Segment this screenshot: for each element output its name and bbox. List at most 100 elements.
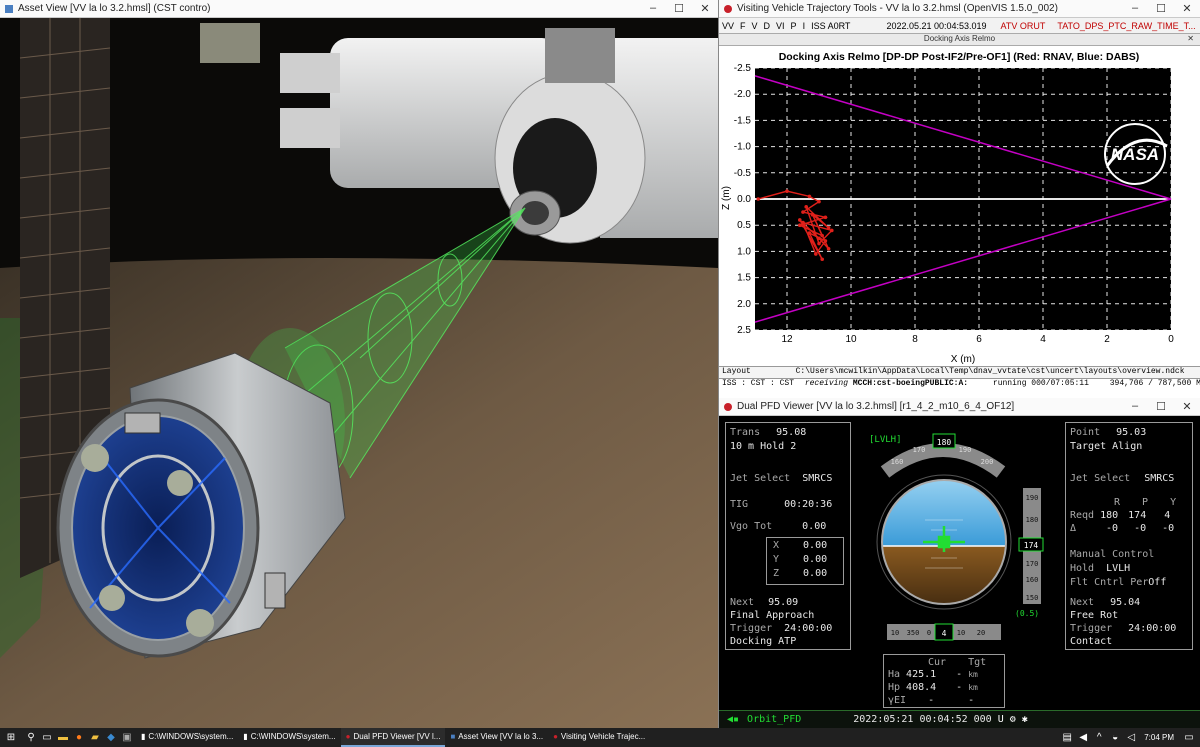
maximize-icon[interactable]: ☐ — [1148, 400, 1174, 413]
orbit-pfd-label[interactable]: Orbit_PFD — [747, 714, 801, 725]
vgo-value: 0.00 — [802, 521, 827, 532]
minimize-icon[interactable]: – — [640, 2, 666, 15]
roll-tick: 10 — [957, 629, 965, 637]
rnav-trace-point — [785, 189, 789, 193]
app-icon[interactable]: ▣ — [120, 728, 134, 747]
app-icon[interactable]: ◆ — [104, 728, 118, 747]
layout-status-row: Layout C:\Users\mcwilkin\AppData\Local\T… — [719, 366, 1200, 378]
notification-icon[interactable]: ▭ — [1182, 728, 1196, 747]
volume-icon[interactable]: ◀ — [1076, 728, 1090, 747]
window-title: Dual PFD Viewer [VV la lo 3.2.hmsl] [r1_… — [737, 401, 1015, 412]
menu-item-vv[interactable]: VV — [722, 21, 734, 31]
yei-cur: - — [928, 695, 935, 706]
reqd-label: Reqd — [1070, 510, 1095, 521]
plot-subtitle: Docking Axis Relmo — [923, 34, 996, 43]
close-icon[interactable]: ✕ — [692, 2, 718, 15]
rnav-trace-point — [826, 226, 831, 230]
receiving-label: receiving — [804, 379, 849, 388]
tools-icon[interactable]: ✱ — [1022, 714, 1028, 725]
y-tick-label: -2.0 — [734, 89, 752, 100]
chevron-up-icon[interactable]: ^ — [1092, 728, 1106, 747]
rnav-trace-point — [801, 210, 805, 214]
close-icon[interactable]: ✕ — [1187, 34, 1194, 43]
asset-view-window[interactable]: Asset View [VV la lo 3.2.hmsl] (CST cont… — [0, 0, 718, 728]
rnav-trace-point — [820, 233, 824, 238]
delta-r: -0 — [1106, 523, 1119, 534]
receiving-source: MCCH:cst-boeingPUBLIC:A: — [852, 379, 969, 388]
ha-tgt: - — [956, 669, 963, 680]
y-axis-label: Z (m) — [721, 186, 732, 210]
hold-value: LVLH — [1106, 563, 1131, 574]
heading-tick: 160 — [891, 458, 904, 466]
taskbar-clock[interactable]: 7:04 PM — [1144, 733, 1174, 742]
rnav-trace-point — [817, 236, 821, 241]
roll-tick: 20 — [977, 629, 985, 637]
taskbar-item-dual-pfd[interactable]: ● Dual PFD Viewer [VV l... — [340, 728, 446, 747]
delta-y: -0 — [1162, 523, 1175, 534]
trajectory-titlebar[interactable]: Visiting Vehicle Trajectory Tools - VV l… — [719, 0, 1200, 18]
p-label: P — [1142, 497, 1149, 508]
wifi-icon[interactable]: ◒ — [1108, 728, 1122, 747]
windows-start-icon[interactable]: ⊞ — [0, 728, 22, 747]
minimize-icon[interactable]: – — [1122, 400, 1148, 413]
trajectory-tools-window[interactable]: Visiting Vehicle Trajectory Tools - VV l… — [718, 0, 1200, 398]
maximize-icon[interactable]: ☐ — [1148, 2, 1174, 15]
unit-icon[interactable]: U — [998, 714, 1004, 725]
ha-unit: km — [968, 670, 978, 679]
firefox-icon[interactable]: ● — [72, 728, 86, 747]
search-icon[interactable]: ⚲ — [24, 728, 38, 747]
rnav-trace-point — [798, 223, 802, 227]
reqd-r: 180 — [1100, 510, 1119, 521]
roll-tick: 0 — [927, 629, 931, 637]
vx-label: X — [773, 540, 780, 551]
menu-item-p[interactable]: P — [791, 21, 797, 31]
minimize-icon[interactable]: – — [1122, 2, 1148, 15]
explorer-icon[interactable]: ▬ — [56, 728, 70, 747]
menu-item-vi[interactable]: VI — [776, 21, 785, 31]
trigger-value: 24:00:00 — [1128, 623, 1177, 634]
manual-control-label: Manual Control — [1070, 549, 1155, 560]
3d-asset-scene[interactable] — [0, 18, 718, 728]
rnav-trace-point — [823, 239, 828, 243]
asset-view-titlebar[interactable]: Asset View [VV la lo 3.2.hmsl] (CST cont… — [0, 0, 718, 18]
close-icon[interactable]: ✕ — [1174, 2, 1200, 15]
maximize-icon[interactable]: ☐ — [666, 2, 692, 15]
jet-select-value: SMRCS — [1144, 473, 1175, 484]
menu-item-f[interactable]: F — [740, 21, 746, 31]
heading-tick: 170 — [913, 446, 926, 454]
network-icon[interactable]: ▤ — [1060, 728, 1074, 747]
frame-label: [LVLH] — [869, 435, 902, 445]
orbit-icon[interactable]: ◀▪ — [727, 714, 739, 725]
heading-readout: 180 — [937, 438, 952, 447]
vz-label: Z — [773, 568, 780, 579]
menu-item-v[interactable]: V — [752, 21, 758, 31]
layout-label: Layout — [722, 367, 751, 376]
taskbar-item-asset-view[interactable]: ■ Asset View [VV la lo 3... — [445, 728, 548, 747]
settings-icon[interactable]: ⚙ — [1010, 714, 1016, 725]
task-view-icon[interactable]: ▭ — [40, 728, 54, 747]
rnav-trace-point — [810, 212, 815, 217]
menu-item-i[interactable]: I — [803, 21, 806, 31]
trigger-name: Contact — [1070, 636, 1113, 647]
chart-svg[interactable]: Docking Axis Relmo [DP-DP Post-IF2/Pre-O… — [719, 46, 1200, 366]
app-icon — [724, 402, 732, 411]
rnav-trace-point — [817, 241, 821, 246]
trigger-value: 24:00:00 — [784, 623, 833, 634]
next-value: 95.04 — [1110, 597, 1141, 608]
rate-label: (0.5) — [1015, 609, 1039, 618]
folder-icon[interactable]: ▰ — [88, 728, 102, 747]
taskbar-item-trajectory[interactable]: ● Visiting Vehicle Trajec... — [548, 728, 650, 747]
close-icon[interactable]: ✕ — [1174, 400, 1200, 413]
ha-label: Ha — [888, 669, 901, 680]
menu-item-d[interactable]: D — [764, 21, 771, 31]
taskbar-item-cmd-2[interactable]: ▮ C:\WINDOWS\system... — [238, 728, 340, 747]
pfd-titlebar[interactable]: Dual PFD Viewer [VV la lo 3.2.hmsl] [r1_… — [719, 398, 1200, 416]
docking-axis-plot[interactable]: Docking Axis Relmo [DP-DP Post-IF2/Pre-O… — [719, 46, 1200, 366]
hold-label: Hold — [1070, 563, 1095, 574]
dual-pfd-window[interactable]: Dual PFD Viewer [VV la lo 3.2.hmsl] [r1_… — [718, 398, 1200, 728]
speaker-icon[interactable]: ◁ — [1124, 728, 1138, 747]
pitch-tick: 170 — [1026, 560, 1039, 568]
taskbar-item-cmd-1[interactable]: ▮ C:\WINDOWS\system... — [136, 728, 238, 747]
hp-cur: 408.4 — [906, 682, 937, 693]
next-value: 95.09 — [768, 597, 799, 608]
